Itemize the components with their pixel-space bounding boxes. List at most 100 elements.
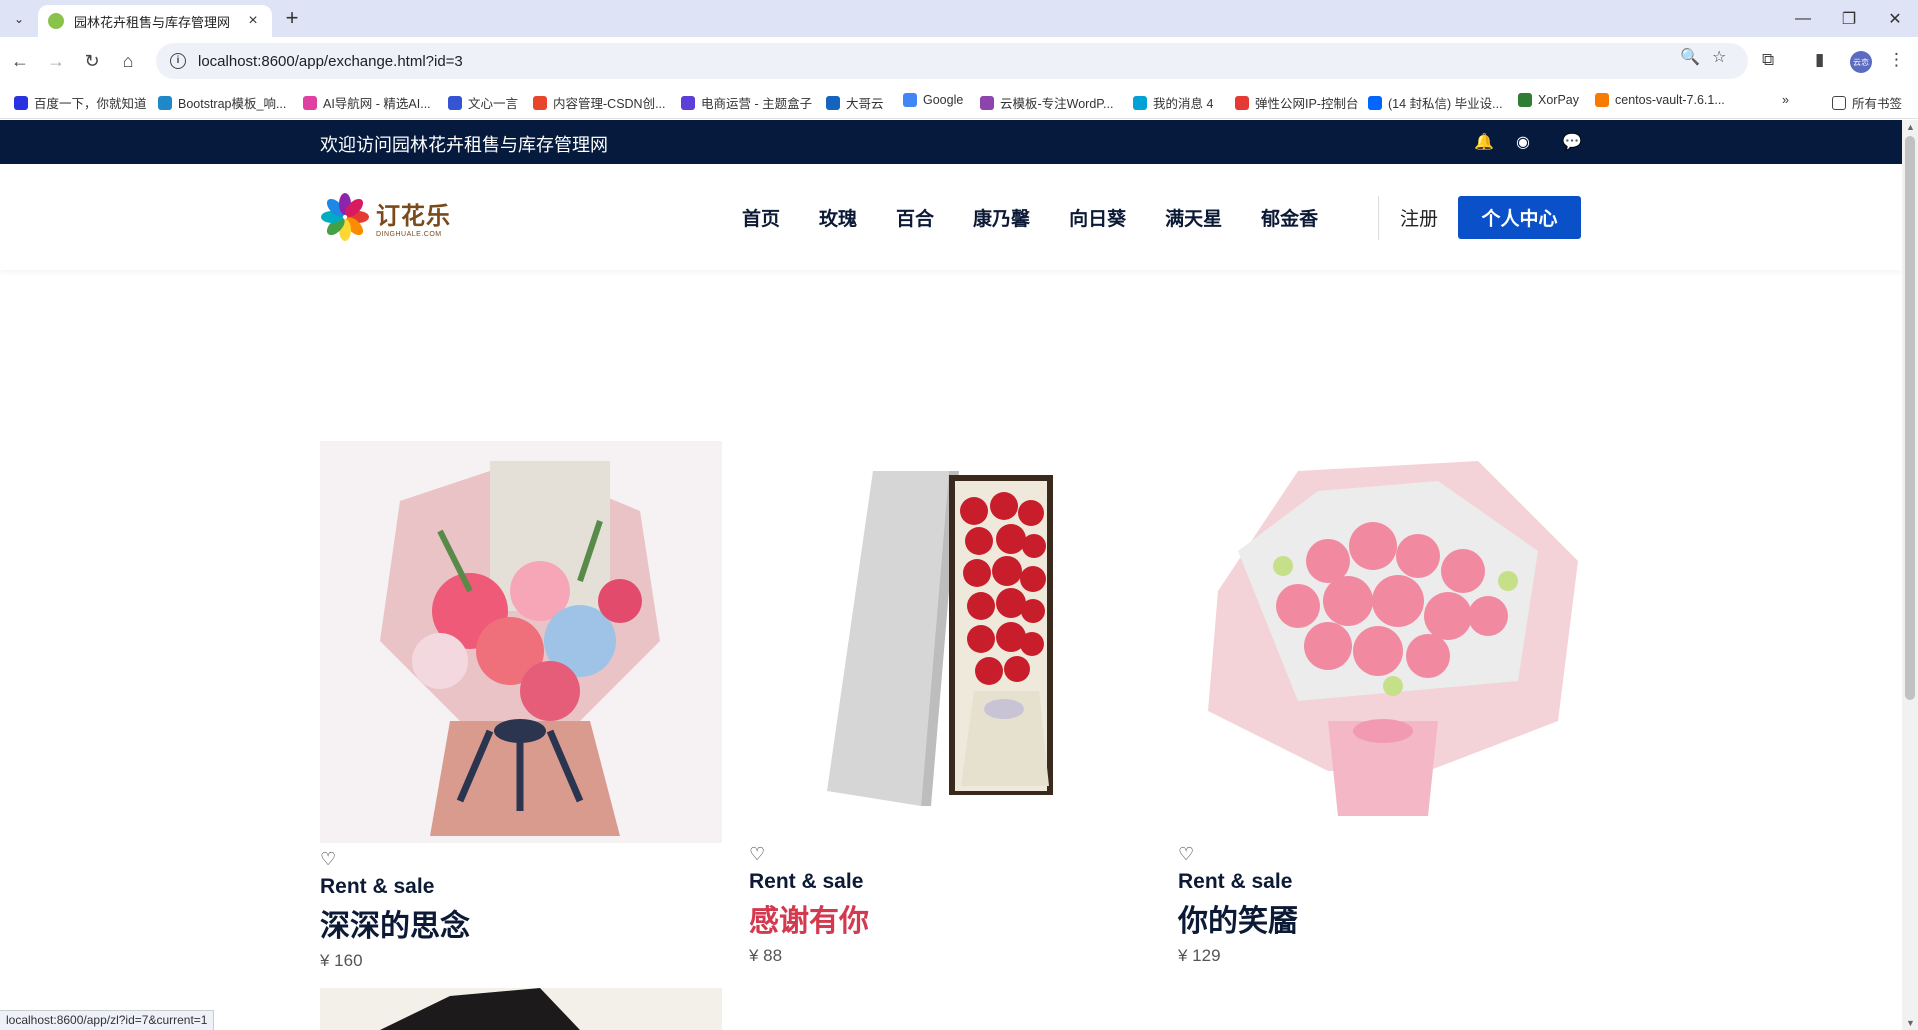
side-panel-icon[interactable]: ▮: [1815, 50, 1824, 70]
bookmark-label: 内容管理-CSDN创...: [553, 97, 666, 111]
product-subtitle: Rent & sale: [1178, 870, 1293, 893]
product-image[interactable]: [320, 441, 722, 843]
profile-avatar[interactable]: 云恋: [1850, 51, 1872, 73]
status-bar-url: localhost:8600/app/zl?id=7&current=1: [0, 1010, 215, 1030]
bookmark-favicon-icon: [1235, 95, 1249, 110]
product-card[interactable]: ♡ Rent & sale 深深的思念 ¥ 160: [320, 441, 722, 971]
logo-flower-icon: [320, 192, 370, 242]
product-card[interactable]: ♡ Rent & sale 感谢有你 ¥ 88: [749, 441, 1151, 966]
tab-close-icon[interactable]: ×: [244, 12, 262, 30]
favorite-heart-icon[interactable]: ♡: [320, 849, 722, 873]
new-tab-icon[interactable]: +: [280, 7, 304, 29]
site-logo[interactable]: 订花乐 DINGHUALE.COM: [320, 192, 451, 242]
menu-icon[interactable]: ⋮: [1888, 50, 1905, 70]
home-icon[interactable]: ⌂: [116, 49, 140, 73]
bookmark-favicon-icon: [826, 95, 840, 110]
product-name[interactable]: 深深的思念: [320, 901, 722, 945]
reload-icon[interactable]: ↻: [80, 49, 104, 73]
bookmark-favicon-icon: [903, 93, 917, 107]
nav-item-rose[interactable]: 玫瑰: [819, 204, 857, 231]
bookmark-item[interactable]: XorPay: [1518, 93, 1579, 107]
forward-icon[interactable]: →: [44, 49, 68, 73]
nav-item-home[interactable]: 首页: [742, 204, 780, 231]
minimize-icon[interactable]: —: [1788, 6, 1818, 32]
all-bookmarks[interactable]: 所有书签: [1832, 93, 1902, 112]
browser-tabstrip: ⌄ 园林花卉租售与库存管理网 × + — ❐ ✕: [0, 0, 1918, 37]
product-image-partial[interactable]: [320, 988, 722, 1030]
bookmark-favicon-icon: [1368, 95, 1382, 110]
product-card[interactable]: ♡ Rent & sale 你的笑靥 ¥ 129: [1178, 441, 1580, 966]
product-name[interactable]: 你的笑靥: [1178, 896, 1580, 940]
register-link[interactable]: 注册: [1400, 204, 1438, 231]
folder-icon: [1832, 95, 1846, 110]
bookmark-item[interactable]: Google: [903, 93, 963, 107]
bookmark-item[interactable]: 大哥云: [826, 93, 884, 112]
bookmark-star-icon[interactable]: ☆: [1712, 47, 1726, 67]
site-info-icon[interactable]: i: [170, 53, 186, 69]
product-subtitle: Rent & sale: [749, 870, 864, 893]
bookmark-item[interactable]: 云模板-专注WordP...: [980, 93, 1113, 112]
site-header: 订花乐 DINGHUALE.COM 首页 玫瑰 百合 康乃馨 向日葵 满天星 郁…: [0, 164, 1902, 270]
close-window-icon[interactable]: ✕: [1880, 6, 1910, 32]
scroll-up-icon[interactable]: ▲: [1906, 122, 1915, 132]
zoom-icon[interactable]: 🔍: [1680, 47, 1700, 67]
product-price: ¥ 88: [749, 946, 783, 965]
favorite-heart-icon[interactable]: ♡: [1178, 844, 1580, 868]
extensions-icon[interactable]: ⧉: [1762, 50, 1774, 70]
nav-item-gypsophila[interactable]: 满天星: [1165, 204, 1222, 231]
bookmark-favicon-icon: [158, 95, 172, 110]
bookmark-item[interactable]: 弹性公网IP-控制台: [1235, 93, 1358, 112]
product-image[interactable]: [1178, 441, 1580, 838]
wechat-icon[interactable]: 💬: [1562, 132, 1582, 152]
bookmark-favicon-icon: [1518, 93, 1532, 107]
bookmark-label: 弹性公网IP-控制台: [1255, 97, 1359, 111]
bookmark-label: Bootstrap模板_响...: [178, 97, 287, 111]
bookmark-label: 我的消息 4: [1153, 97, 1214, 111]
bookmark-item[interactable]: 百度一下，你就知道: [14, 93, 147, 112]
nav-item-sunflower[interactable]: 向日葵: [1069, 204, 1126, 231]
bookmark-item[interactable]: 内容管理-CSDN创...: [533, 93, 666, 112]
logo-text: 订花乐: [376, 203, 451, 230]
scroll-down-icon[interactable]: ▼: [1906, 1018, 1915, 1028]
bookmark-label: 百度一下，你就知道: [34, 97, 147, 111]
bookmark-label: (14 封私信) 毕业设...: [1388, 97, 1503, 111]
bookmark-favicon-icon: [1595, 93, 1609, 107]
logo-subtext: DINGHUALE.COM: [376, 231, 442, 238]
user-center-button[interactable]: 个人中心: [1458, 196, 1581, 239]
nav-item-carnation[interactable]: 康乃馨: [973, 204, 1030, 231]
back-icon[interactable]: ←: [8, 49, 32, 73]
bookmark-item[interactable]: centos-vault-7.6.1...: [1595, 93, 1725, 107]
bookmark-item[interactable]: 电商运营 - 主题盒子: [681, 93, 812, 112]
main-nav: 首页 玫瑰 百合 康乃馨 向日葵 满天星 郁金香: [742, 204, 1357, 231]
url-text: localhost:8600/app/exchange.html?id=3: [198, 52, 463, 70]
bell-icon[interactable]: 🔔: [1474, 132, 1494, 152]
bookmark-item[interactable]: AI导航网 - 精选AI...: [303, 93, 431, 112]
bookmarks-overflow-icon[interactable]: »: [1782, 93, 1789, 107]
tab-search-icon[interactable]: ⌄: [8, 8, 30, 30]
bookmarks-bar: 百度一下，你就知道 Bootstrap模板_响... AI导航网 - 精选AI...…: [0, 85, 1918, 119]
favorite-heart-icon[interactable]: ♡: [749, 844, 1151, 868]
weibo-icon[interactable]: ◉: [1516, 132, 1530, 152]
bookmark-item[interactable]: (14 封私信) 毕业设...: [1368, 93, 1503, 112]
address-bar[interactable]: i localhost:8600/app/exchange.html?id=3: [156, 43, 1748, 79]
browser-tab[interactable]: 园林花卉租售与库存管理网 ×: [38, 5, 272, 37]
scrollbar-thumb[interactable]: [1905, 136, 1915, 700]
product-price: ¥ 129: [1178, 946, 1221, 965]
bookmark-item[interactable]: Bootstrap模板_响...: [158, 93, 286, 112]
bookmark-label: 文心一言: [468, 97, 519, 111]
bookmark-label: centos-vault-7.6.1...: [1615, 93, 1725, 107]
product-subtitle: Rent & sale: [320, 875, 435, 898]
bookmark-label: 电商运营 - 主题盒子: [701, 97, 813, 111]
bookmark-label: XorPay: [1538, 93, 1579, 107]
page-scrollbar[interactable]: ▲ ▼: [1902, 120, 1918, 1030]
restore-icon[interactable]: ❐: [1834, 6, 1864, 32]
bookmark-item[interactable]: 文心一言: [448, 93, 518, 112]
product-name[interactable]: 感谢有你: [749, 896, 1151, 940]
nav-item-lily[interactable]: 百合: [896, 204, 934, 231]
welcome-text: 欢迎访问园林花卉租售与库存管理网: [320, 135, 608, 155]
bookmark-favicon-icon: [533, 95, 547, 110]
bookmark-favicon-icon: [681, 95, 695, 110]
nav-item-tulip[interactable]: 郁金香: [1261, 204, 1318, 231]
bookmark-item[interactable]: 我的消息 4: [1133, 93, 1213, 112]
product-image[interactable]: [749, 441, 1151, 838]
